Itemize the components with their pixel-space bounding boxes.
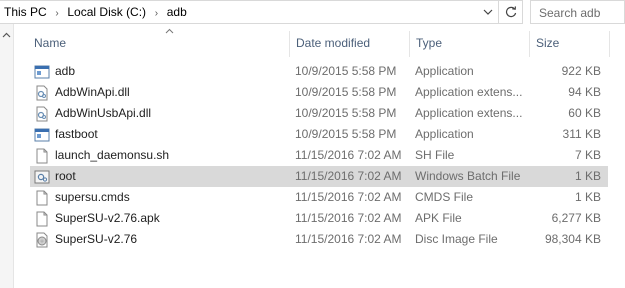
file-type: CMDS File: [415, 190, 474, 204]
column-type-label: Type: [416, 36, 443, 50]
navigation-pane[interactable]: [0, 24, 14, 288]
refresh-button[interactable]: [498, 1, 522, 23]
scroll-up-icon[interactable]: [2, 32, 11, 38]
file-name: AdbWinUsbApi.dll: [55, 106, 152, 120]
file-name: supersu.cmds: [55, 190, 130, 204]
file-type: APK File: [415, 211, 462, 225]
file-row-adbwinapi[interactable]: AdbWinApi.dll 10/9/2015 5:58 PM Applicat…: [30, 82, 608, 103]
file-row-root[interactable]: root 11/15/2016 7:02 AM Windows Batch Fi…: [30, 166, 608, 187]
file-row-adbwinusbapi[interactable]: AdbWinUsbApi.dll 10/9/2015 5:58 PM Appli…: [30, 103, 608, 124]
file-date: 10/9/2015 5:58 PM: [295, 106, 397, 120]
file-row-supersu-image[interactable]: SuperSU-v2.76 11/15/2016 7:02 AM Disc Im…: [30, 229, 608, 250]
file-row-fastboot[interactable]: fastboot 10/9/2015 5:58 PM Application 3…: [30, 124, 608, 145]
file-date: 10/9/2015 5:58 PM: [295, 85, 397, 99]
column-name-label: Name: [34, 36, 67, 50]
application-icon: [34, 128, 50, 142]
column-type-header[interactable]: Type: [410, 31, 530, 57]
chevron-down-icon: [483, 9, 493, 15]
refresh-icon: [505, 6, 516, 18]
file-row-supersu-cmds[interactable]: supersu.cmds 11/15/2016 7:02 AM CMDS Fil…: [30, 187, 608, 208]
file-size: 1 KB: [574, 190, 601, 204]
breadcrumb-separator-icon[interactable]: ›: [149, 8, 163, 19]
file-row-supersu-apk[interactable]: SuperSU-v2.76.apk 11/15/2016 7:02 AM APK…: [30, 208, 608, 229]
column-name-header[interactable]: Name: [28, 28, 290, 57]
file-name: adb: [55, 64, 76, 78]
file-size: 922 KB: [561, 64, 601, 78]
file-date: 11/15/2016 7:02 AM: [295, 190, 402, 204]
file-name: root: [55, 169, 76, 183]
file-date: 11/15/2016 7:02 AM: [295, 232, 402, 246]
file-icon: [36, 190, 48, 206]
file-size: 94 KB: [568, 85, 601, 99]
search-input[interactable]: Search adb: [530, 0, 625, 24]
file-name: SuperSU-v2.76.apk: [55, 211, 160, 225]
column-size-label: Size: [536, 36, 560, 50]
file-type: Application extens...: [415, 85, 523, 99]
file-date: 11/15/2016 7:02 AM: [295, 211, 402, 225]
sort-ascending-icon: [165, 28, 174, 34]
breadcrumb-local-disk[interactable]: Local Disk (C:): [67, 5, 146, 19]
breadcrumb-this-pc[interactable]: This PC: [4, 5, 47, 19]
column-date-label: Date modified: [296, 36, 371, 50]
file-size: 1 KB: [574, 169, 601, 183]
file-name: fastboot: [55, 127, 98, 141]
column-date-header[interactable]: Date modified: [290, 31, 410, 57]
file-type: Application: [415, 127, 474, 141]
file-size: 7 KB: [574, 148, 601, 162]
file-list: adb 10/9/2015 5:58 PM Application 922 KB…: [30, 61, 608, 250]
file-name: SuperSU-v2.76: [55, 232, 138, 246]
file-icon: [36, 211, 48, 227]
file-type: Application: [415, 64, 474, 78]
file-size: 98,304 KB: [544, 232, 601, 246]
file-date: 10/9/2015 5:58 PM: [295, 64, 397, 78]
file-date: 10/9/2015 5:58 PM: [295, 127, 397, 141]
search-placeholder: Search adb: [539, 6, 601, 20]
address-history-button[interactable]: [478, 1, 498, 23]
file-type: SH File: [415, 148, 455, 162]
breadcrumb-separator-icon[interactable]: ›: [50, 8, 64, 19]
dll-icon: [36, 106, 48, 122]
file-size: 60 KB: [568, 106, 601, 120]
file-size: 6,277 KB: [551, 211, 601, 225]
column-header: Name Date modified Type Size: [15, 28, 625, 57]
file-size: 311 KB: [562, 127, 601, 141]
column-size-header[interactable]: Size: [530, 31, 610, 57]
file-date: 11/15/2016 7:02 AM: [295, 148, 402, 162]
file-row-launch-daemonsu[interactable]: launch_daemonsu.sh 11/15/2016 7:02 AM SH…: [30, 145, 608, 166]
file-name: AdbWinApi.dll: [55, 85, 130, 99]
file-type: Application extens...: [415, 106, 523, 120]
file-type: Disc Image File: [415, 232, 498, 246]
file-date: 11/15/2016 7:02 AM: [295, 169, 402, 183]
file-icon: [36, 148, 48, 164]
batch-file-icon: [34, 170, 50, 184]
disc-image-icon: [36, 232, 48, 248]
file-type: Windows Batch File: [415, 169, 521, 183]
breadcrumb-adb[interactable]: adb: [167, 5, 187, 19]
file-row-adb[interactable]: adb 10/9/2015 5:58 PM Application 922 KB: [30, 61, 608, 82]
application-icon: [34, 65, 50, 79]
breadcrumb: This PC › Local Disk (C:) › adb: [4, 5, 187, 19]
file-name: launch_daemonsu.sh: [55, 148, 170, 162]
dll-icon: [36, 85, 48, 101]
address-bar[interactable]: This PC › Local Disk (C:) › adb: [0, 0, 523, 24]
